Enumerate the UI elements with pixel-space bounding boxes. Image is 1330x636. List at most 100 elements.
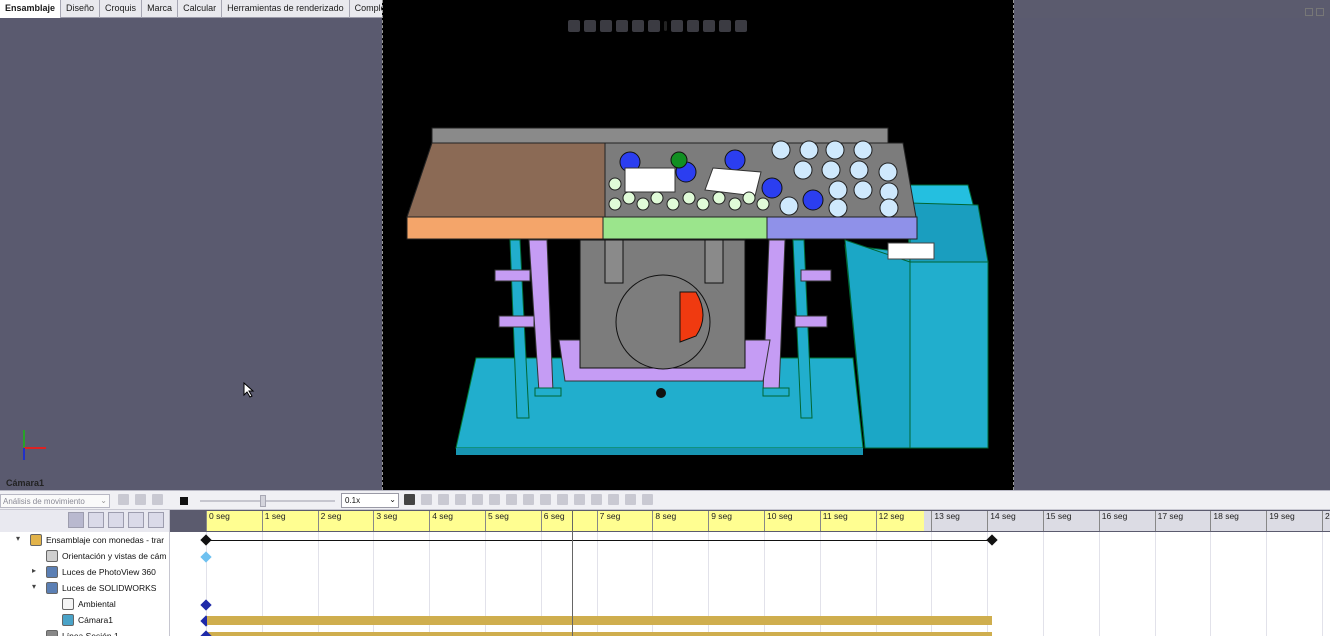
- assembly-start-key[interactable]: [200, 534, 212, 546]
- tree-item-label: Luces de PhotoView 360: [62, 567, 156, 577]
- camera-view-label: Cámara1: [6, 478, 45, 488]
- timeline-area[interactable]: [170, 532, 1330, 636]
- timeline-gridline: [1322, 532, 1323, 636]
- camera-icon: [62, 614, 74, 626]
- assembly-icon: [30, 534, 42, 546]
- view-settings-icon[interactable]: [735, 20, 747, 32]
- timeline-tick-label: 19 seg: [1266, 511, 1295, 531]
- timeline-tick-label: 15 seg: [1043, 511, 1072, 531]
- motor-icon[interactable]: [489, 494, 500, 505]
- sketch-key-bar[interactable]: [207, 632, 992, 636]
- hide-show-items-icon[interactable]: [687, 20, 699, 32]
- tree-item-label: Luces de SOLIDWORKS: [62, 583, 157, 593]
- play-icon[interactable]: [152, 494, 163, 505]
- window-tile-icon[interactable]: [642, 494, 653, 505]
- results-plots-icon[interactable]: [591, 494, 602, 505]
- chevron-down-icon: ⌄: [389, 495, 396, 504]
- motion-tree-header: [0, 510, 170, 532]
- previous-view-icon[interactable]: [600, 20, 612, 32]
- autokey-icon[interactable]: [455, 494, 466, 505]
- play-from-start-icon[interactable]: [135, 494, 146, 505]
- camera-key-bar[interactable]: [207, 616, 992, 625]
- timeline-tick-label: 0 seg: [206, 511, 230, 531]
- tree-item-label: Ambiental: [78, 599, 116, 609]
- section-view-icon[interactable]: [616, 20, 628, 32]
- collapse-arrow-icon[interactable]: ▾: [32, 582, 36, 591]
- filter-animated-icon[interactable]: [68, 512, 84, 528]
- apply-scene-icon[interactable]: [719, 20, 731, 32]
- playback-slider[interactable]: [200, 500, 335, 502]
- tab-marca[interactable]: Marca: [142, 0, 179, 18]
- ambient-key[interactable]: [200, 599, 212, 611]
- collapse-manager-icon[interactable]: [625, 494, 636, 505]
- force-icon[interactable]: [540, 494, 551, 505]
- orientation-key[interactable]: [200, 551, 212, 563]
- chevron-down-icon: ⌄: [100, 496, 107, 505]
- expand-arrow-icon[interactable]: ▸: [32, 566, 36, 575]
- tree-item[interactable]: Ambiental: [0, 596, 170, 612]
- timeline-tick-label: 3 seg: [373, 511, 397, 531]
- filter-selected-icon[interactable]: [108, 512, 124, 528]
- mouse-pointer-icon: [243, 382, 255, 398]
- timeline-ruler[interactable]: 0 seg 1 seg 2 seg 3 seg 4 seg 5 seg 6 seg 7 seg…: [206, 510, 1330, 532]
- timeline-gridline: [1043, 532, 1044, 636]
- playback-mode-icon[interactable]: [404, 494, 415, 505]
- calculate-icon[interactable]: [118, 494, 129, 505]
- lights-folder-icon: [46, 566, 58, 578]
- filter-driving-icon[interactable]: [88, 512, 104, 528]
- render-region[interactable]: [382, 0, 1014, 490]
- save-animation-icon[interactable]: [421, 494, 432, 505]
- playback-controls: [118, 494, 163, 505]
- tab-ensamblaje[interactable]: Ensamblaje: [0, 0, 62, 18]
- tree-item[interactable]: Cámara1: [0, 612, 170, 628]
- zoom-area-icon[interactable]: [584, 20, 596, 32]
- assembly-duration-line: [206, 540, 992, 541]
- timeline-tick-label: 2: [1322, 511, 1330, 531]
- toolbar-separator: [664, 21, 667, 31]
- timeline-tick-label: 7 seg: [596, 511, 620, 531]
- animation-wizard-icon[interactable]: [438, 494, 449, 505]
- edit-appearance-icon[interactable]: [703, 20, 715, 32]
- tree-item[interactable]: ▾ Luces de SOLIDWORKS: [0, 580, 170, 596]
- timeline-gridline: [1154, 532, 1156, 636]
- timeline-tick-label: 17 seg: [1154, 511, 1183, 531]
- spring-icon[interactable]: [506, 494, 517, 505]
- playback-speed-value: 0.1x: [345, 496, 361, 505]
- study-properties-icon[interactable]: [608, 494, 619, 505]
- reference-triad-icon: [23, 430, 46, 460]
- dynamic-annotation-icon[interactable]: [632, 20, 644, 32]
- add-key-icon[interactable]: [472, 494, 483, 505]
- timeline-playhead[interactable]: [572, 510, 573, 636]
- line-icon: [46, 630, 58, 636]
- playback-speed-select[interactable]: 0.1x ⌄: [341, 493, 399, 508]
- display-style-icon[interactable]: [671, 20, 683, 32]
- timeline-tick-label: 8 seg: [652, 511, 676, 531]
- tree-item[interactable]: ▸ Luces de PhotoView 360: [0, 564, 170, 580]
- timeline-computed-range: [206, 511, 924, 531]
- timeline-gridline: [1210, 532, 1212, 636]
- timeline-tick-label: 18 seg: [1210, 511, 1239, 531]
- collapse-arrow-icon[interactable]: ▾: [16, 534, 20, 543]
- view-orientation-icon[interactable]: [648, 20, 660, 32]
- study-type-select[interactable]: Análisis de movimiento ⌄: [0, 494, 110, 508]
- contact-icon[interactable]: [557, 494, 568, 505]
- tree-item[interactable]: ▾ Ensamblaje con monedas - trar: [0, 532, 170, 548]
- zoom-to-fit-icon[interactable]: [568, 20, 580, 32]
- tab-calcular[interactable]: Calcular: [178, 0, 223, 18]
- tree-item-label: Línea Sesión 1: [62, 631, 119, 636]
- gravity-icon[interactable]: [574, 494, 585, 505]
- tab-herramientas-de-renderizado[interactable]: Herramientas de renderizado: [222, 0, 350, 18]
- window-restore-icon[interactable]: [1305, 8, 1325, 18]
- timeline-tick-label: 11 seg: [819, 511, 848, 531]
- filter-results-icon[interactable]: [128, 512, 144, 528]
- tree-item[interactable]: Línea Sesión 1: [0, 628, 170, 636]
- tree-item[interactable]: Orientación y vistas de cám: [0, 548, 170, 564]
- tab-croquis[interactable]: Croquis: [100, 0, 143, 18]
- auto-fit-icon[interactable]: [148, 512, 164, 528]
- damper-icon[interactable]: [523, 494, 534, 505]
- timeline-tick-label: 5 seg: [485, 511, 509, 531]
- playback-slider-thumb[interactable]: [260, 495, 266, 507]
- tab-dise-o[interactable]: Diseño: [61, 0, 101, 18]
- heads-up-view-toolbar: [568, 20, 747, 32]
- stop-icon[interactable]: [180, 497, 188, 505]
